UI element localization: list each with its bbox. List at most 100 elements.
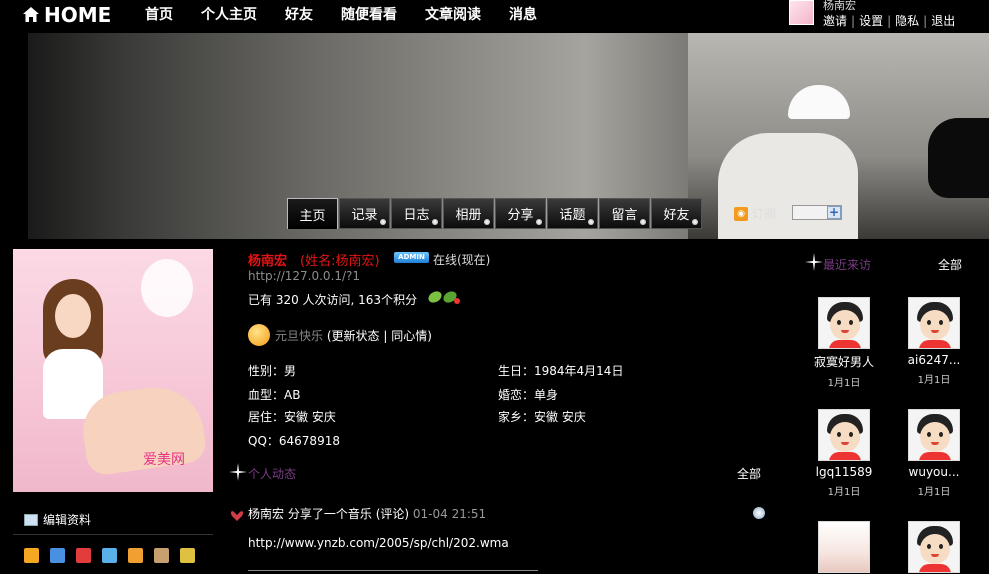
edit-label: 编辑资料 (43, 513, 92, 527)
avatar[interactable] (908, 521, 960, 573)
nav-browse[interactable]: 随便看看 (341, 4, 397, 24)
game-icon[interactable] (180, 548, 195, 563)
update-status-link[interactable]: (更新状态 (327, 329, 380, 343)
visitor-name[interactable]: lgq11589 (808, 465, 880, 479)
visitor-name[interactable]: 寂寞好男人 (808, 353, 880, 370)
photo-face (55, 294, 91, 338)
visitor-card[interactable]: 寂寞好男人 1月1日 (808, 297, 880, 389)
avatar[interactable] (818, 297, 870, 349)
feed-url[interactable]: http://www.ynzb.com/2005/sp/chl/202.wma (248, 536, 509, 550)
tab-home[interactable]: 主页 (287, 198, 338, 229)
user-avatar[interactable] (789, 0, 814, 25)
feed-actor[interactable]: 杨南宏 (248, 507, 284, 521)
home-label: HOME (44, 3, 112, 27)
close-icon[interactable] (753, 507, 765, 519)
nav-friends[interactable]: 好友 (285, 4, 313, 24)
privacy-link[interactable]: 隐私 (895, 14, 919, 28)
dot-icon (640, 219, 646, 225)
tab-share[interactable]: 分享 (495, 198, 546, 229)
visitors-title: 最近来访 (823, 258, 872, 272)
profile-url[interactable]: http://127.0.0.1/?1 (248, 269, 360, 283)
tab-blog[interactable]: 日志 (391, 198, 442, 229)
hometown-field: 家乡：安徽 安庆 (498, 410, 586, 424)
marriage-field: 婚恋：单身 (498, 388, 559, 402)
profile-tabs: 主页 记录 日志 相册 分享 话题 留言 好友 (287, 198, 703, 229)
visitor-name[interactable]: wuyou... (898, 465, 970, 479)
leaf-icon (428, 291, 460, 304)
photo-icon[interactable] (154, 548, 169, 563)
avatar[interactable] (908, 297, 960, 349)
visitors-all-link[interactable]: 全部 (938, 256, 962, 273)
activity-title: 个人动态 (248, 467, 297, 481)
subscribe-label: 订阅 (752, 207, 777, 221)
nav-personal-home[interactable]: 个人主页 (201, 4, 257, 24)
dot-icon (588, 219, 594, 225)
banner-figure-2 (928, 118, 989, 198)
music-share-icon (230, 511, 244, 521)
visitor-card[interactable]: wuyou... 1月1日 (898, 409, 970, 498)
calendar-icon[interactable] (24, 548, 39, 563)
tab-friends[interactable]: 好友 (651, 198, 702, 229)
visitor-date: 1月1日 (827, 378, 861, 389)
residence-field: 居住：安徽 安庆 (248, 410, 336, 424)
invite-link[interactable]: 邀请 (823, 14, 847, 28)
rss-icon: ◉ (734, 206, 748, 221)
divider (248, 570, 538, 571)
separator: | (383, 329, 388, 343)
divider (13, 534, 213, 535)
visitor-card[interactable] (898, 521, 970, 574)
gender-field: 性别：男 (248, 364, 297, 378)
feed-comment-link[interactable]: (评论) (376, 507, 409, 521)
photo-balloon (141, 259, 193, 317)
admin-badge: ADMIN (394, 252, 429, 263)
online-status: 在线(现在) (433, 253, 491, 267)
album-icon[interactable] (50, 548, 65, 563)
visitor-date: 1月1日 (827, 487, 861, 498)
home-icon (23, 7, 39, 22)
sparkle-icon (229, 463, 247, 481)
avatar[interactable] (818, 521, 870, 573)
tab-album[interactable]: 相册 (443, 198, 494, 229)
settings-link[interactable]: 设置 (859, 14, 883, 28)
main-nav: 首页 个人主页 好友 随便看看 文章阅读 消息 (145, 4, 565, 24)
blood-field: 血型：AB (248, 388, 301, 402)
avatar[interactable] (818, 409, 870, 461)
subscribe-link[interactable]: ◉ 订阅 (734, 205, 776, 222)
tab-guestbook[interactable]: 留言 (599, 198, 650, 229)
visitor-card[interactable] (808, 521, 880, 574)
separator: | (887, 14, 892, 28)
profile-realname: (姓名:杨南宏) (300, 254, 380, 269)
mood-text: 元旦快乐 (275, 329, 324, 343)
user-links: 邀请 | 设置 | 隐私 | 退出 (823, 12, 955, 29)
visit-count: 已有 320 人次访问, 163个积分 (248, 293, 418, 307)
profile-photo[interactable]: 爱美网 (13, 249, 213, 492)
nav-articles[interactable]: 文章阅读 (425, 4, 481, 24)
activity-all-link[interactable]: 全部 (737, 465, 761, 482)
tab-topics[interactable]: 话题 (547, 198, 598, 229)
activity-feed-item: 杨南宏 分享了一个音乐 (评论) 01-04 21:51 (248, 505, 486, 522)
visitor-name[interactable]: ai6247... (898, 353, 970, 367)
same-mood-link[interactable]: 同心情) (391, 329, 432, 343)
dot-icon (484, 219, 490, 225)
plus-icon[interactable]: + (827, 206, 841, 219)
banner-figure (718, 133, 858, 239)
avatar[interactable] (908, 409, 960, 461)
profile-name[interactable]: 杨南宏 (248, 250, 287, 269)
visitor-card[interactable]: ai6247... 1月1日 (898, 297, 970, 386)
edit-profile-link[interactable]: 编辑资料 (24, 511, 91, 528)
chat-icon[interactable] (102, 548, 117, 563)
home-link[interactable]: HOME (22, 3, 111, 27)
qq-field: QQ：64678918 (248, 434, 340, 448)
feed-time: 01-04 21:51 (412, 507, 487, 521)
visitor-date: 1月1日 (917, 487, 951, 498)
visitor-card[interactable]: lgq11589 1月1日 (808, 409, 880, 498)
heart-icon[interactable] (76, 548, 91, 563)
gift-icon[interactable] (128, 548, 143, 563)
dot-icon (380, 219, 386, 225)
visitor-date: 1月1日 (917, 375, 951, 386)
nav-home[interactable]: 首页 (145, 4, 173, 24)
logout-link[interactable]: 退出 (931, 14, 955, 28)
nav-messages[interactable]: 消息 (509, 4, 537, 24)
sparkle-icon (805, 253, 823, 271)
tab-records[interactable]: 记录 (339, 198, 390, 229)
